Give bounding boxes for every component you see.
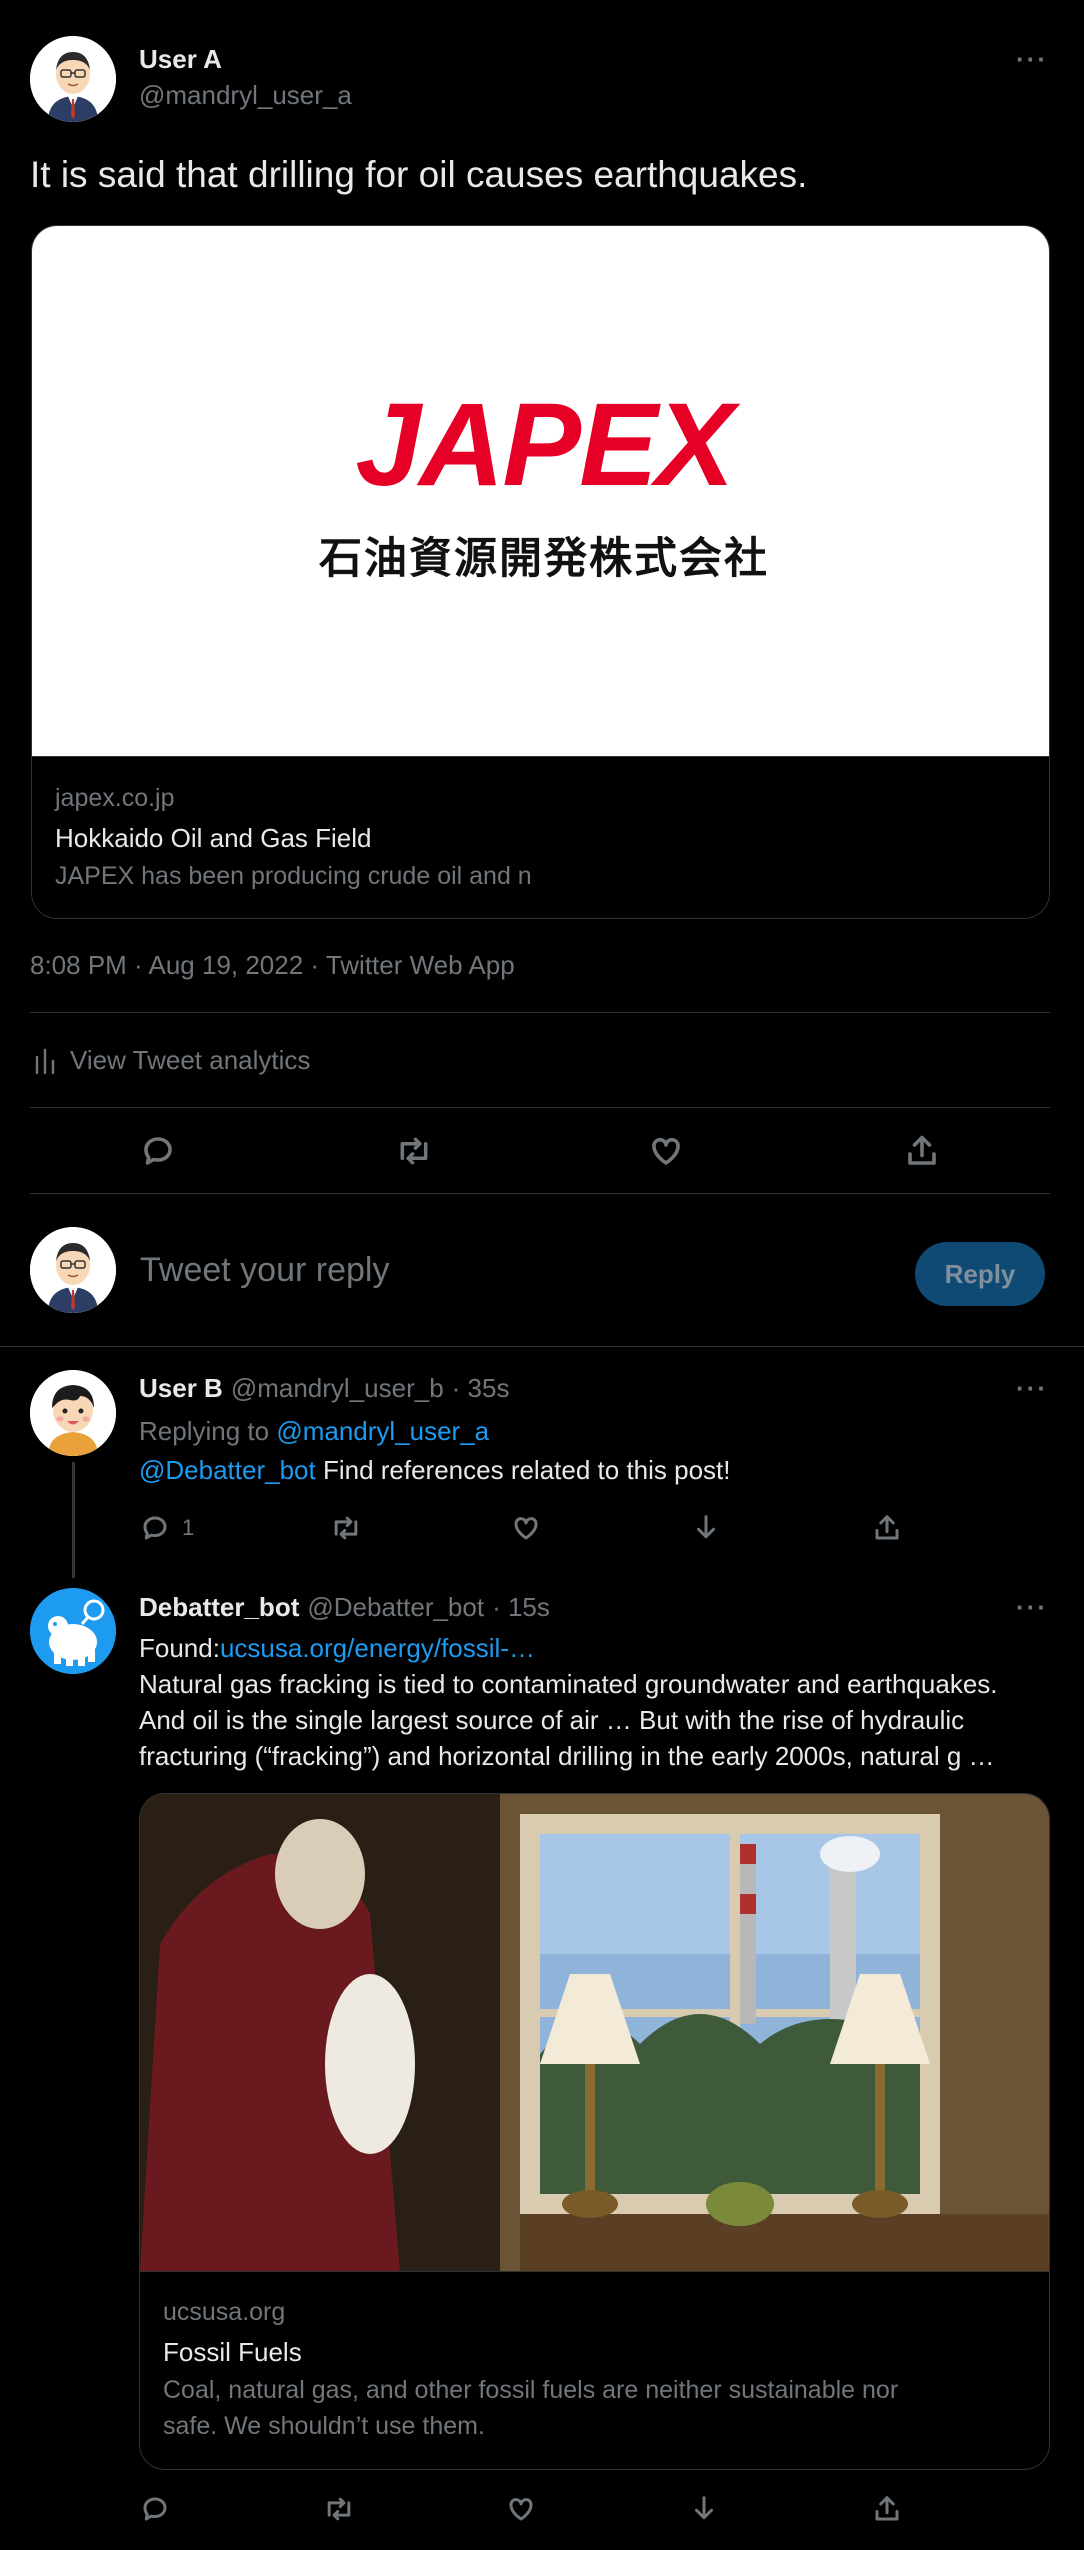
card-title: Hokkaido Oil and Gas Field — [55, 823, 372, 853]
author-name[interactable]: User B — [139, 1373, 223, 1404]
reply2-body-line: fracturing (“fracking”) and horizontal d… — [139, 1741, 995, 1771]
retweet-action[interactable] — [330, 1513, 362, 1543]
tweet-text: It is said that drilling for oil causes … — [30, 154, 808, 195]
heart-icon — [652, 1137, 680, 1165]
card-description-line: Coal, natural gas, and other fossil fuel… — [163, 2376, 899, 2404]
card-description-line: safe. We shouldn’t use them. — [163, 2412, 485, 2440]
heart-icon — [509, 2498, 533, 2521]
reply-count: 1 — [182, 1515, 195, 1540]
like-action[interactable] — [511, 1513, 541, 1543]
share-action[interactable] — [904, 1133, 940, 1169]
reply1-text: @Debatter_bot Find references related to… — [139, 1455, 731, 1486]
reply2-body-line: Natural gas fracking is tied to contamin… — [139, 1669, 998, 1699]
japex-logo-subtext: 石油資源開発株式会社 — [319, 535, 769, 583]
found-link[interactable]: ucsusa.org/energy/fossil-… — [220, 1633, 535, 1663]
reply-time[interactable]: · 15s — [492, 1592, 550, 1623]
share-icon — [908, 1135, 936, 1165]
reply-icon — [143, 2497, 167, 2521]
card-image-japex: JAPEX 石油資源開発株式会社 — [32, 226, 1049, 757]
section-divider — [0, 1346, 1084, 1347]
retweet-icon — [334, 1516, 358, 1540]
view-analytics-label: View Tweet analytics — [70, 1045, 311, 1075]
thread-line — [72, 1462, 75, 1578]
retweet-icon — [327, 2497, 351, 2521]
share-icon — [875, 1515, 899, 1540]
card-title: Fossil Fuels — [163, 2337, 302, 2367]
reply-time[interactable]: · 35s — [452, 1373, 510, 1404]
more-options-icon[interactable]: ··· — [1016, 1373, 1048, 1404]
more-options-icon[interactable]: ··· — [1016, 1592, 1048, 1623]
avatar-user-b[interactable] — [30, 1370, 116, 1456]
reply-icon — [144, 1137, 172, 1165]
downvote-icon — [695, 2496, 713, 2520]
author-name[interactable]: Debatter_bot — [139, 1592, 299, 1623]
replying-to-link[interactable]: @mandryl_user_a — [276, 1416, 489, 1446]
author-handle[interactable]: @mandryl_user_a — [139, 80, 352, 111]
card-domain: ucsusa.org — [163, 2298, 286, 2326]
replying-to-prefix: Replying to — [139, 1416, 270, 1446]
avatar-debatter-bot[interactable] — [30, 1588, 116, 1674]
divider — [30, 1193, 1050, 1194]
author-handle[interactable]: @mandryl_user_b — [231, 1373, 444, 1404]
reply2-header: Debatter_bot @Debatter_bot · 15s — [139, 1592, 550, 1623]
share-icon — [875, 2496, 899, 2521]
divider — [30, 1012, 1050, 1013]
retweet-action[interactable] — [323, 2494, 355, 2524]
analytics-icon — [35, 1048, 55, 1074]
share-action[interactable] — [872, 1513, 902, 1543]
heart-icon — [514, 1517, 538, 1540]
tweet-timestamp[interactable]: 8:08 PM · Aug 19, 2022 · Twitter Web App — [30, 950, 515, 981]
reply-button[interactable]: Reply — [915, 1242, 1045, 1306]
found-prefix: Found: — [139, 1633, 220, 1663]
link-card-japex[interactable]: JAPEX 石油資源開発株式会社 japex.co.jp Hokkaido Oi… — [31, 225, 1050, 919]
card-domain: japex.co.jp — [55, 784, 175, 812]
retweet-action[interactable] — [395, 1133, 433, 1169]
view-analytics-link[interactable]: View Tweet analytics — [34, 1045, 310, 1076]
card-image-ucsusa — [140, 1794, 1049, 2272]
reply-action[interactable] — [140, 2494, 170, 2524]
avatar-user-a[interactable] — [30, 36, 116, 122]
divider — [30, 1107, 1050, 1108]
more-options-icon[interactable]: ··· — [1016, 44, 1048, 75]
like-action[interactable] — [506, 2494, 536, 2524]
card-description: Coal, natural gas, and other fossil fuel… — [163, 2372, 898, 2444]
downvote-icon — [697, 1515, 715, 1539]
avatar-composer[interactable] — [30, 1227, 116, 1313]
reply-input[interactable] — [140, 1245, 880, 1295]
japex-logo: JAPEX — [355, 379, 735, 511]
reply-icon — [143, 1516, 167, 1540]
mention-link[interactable]: @Debatter_bot — [139, 1455, 316, 1485]
link-card-ucsusa[interactable]: ucsusa.org Fossil Fuels Coal, natural ga… — [139, 1793, 1050, 2470]
photo-woman-window — [140, 1794, 1049, 2271]
reply1-body: Find references related to this post! — [322, 1455, 731, 1485]
reply2-body-line: And oil is the single largest source of … — [139, 1705, 965, 1735]
reply-action[interactable] — [140, 1133, 176, 1169]
downvote-action[interactable] — [691, 1513, 721, 1543]
retweet-icon — [400, 1137, 428, 1165]
replying-to: Replying to @mandryl_user_a — [139, 1416, 489, 1447]
downvote-action[interactable] — [689, 2494, 719, 2524]
author-name[interactable]: User A — [139, 44, 222, 75]
reply2-text: Found:ucsusa.org/energy/fossil-… Natural… — [139, 1630, 998, 1774]
share-action[interactable] — [872, 2494, 902, 2524]
author-handle[interactable]: @Debatter_bot — [307, 1592, 484, 1623]
card-description: JAPEX has been producing crude oil and n — [55, 862, 532, 890]
reply1-header: User B @mandryl_user_b · 35s — [139, 1373, 509, 1404]
like-action[interactable] — [648, 1133, 684, 1169]
reply-action[interactable]: 1 — [140, 1513, 194, 1543]
